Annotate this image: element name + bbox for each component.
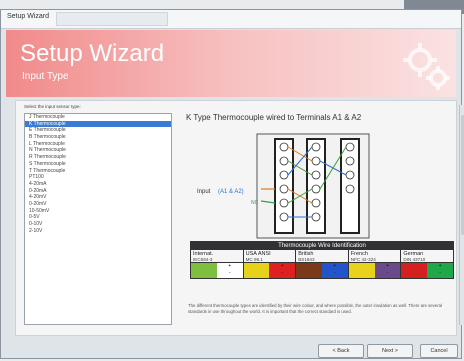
- title-bar[interactable]: Setup Wizard: [1, 10, 461, 29]
- terminal-label: (A1 & A2): [218, 189, 244, 195]
- sensor-list-item[interactable]: S Thermocouple: [25, 161, 171, 168]
- wire-standard-column: French NFC 42-324 + -: [348, 250, 402, 278]
- window-title: Setup Wizard: [7, 13, 50, 20]
- sensor-list-item[interactable]: 4-20mA: [25, 181, 171, 188]
- sensor-list-item[interactable]: PT100: [25, 174, 171, 181]
- nc-label: NC: [251, 200, 259, 206]
- minus-marker: -: [386, 270, 389, 276]
- negative-wire-colour: + -: [321, 263, 348, 278]
- wire-table-columns: Internat. IEC584-3 + - USA ANSI MC 96.1 + - Brit…: [191, 250, 453, 278]
- negative-wire-colour: + -: [269, 263, 296, 278]
- sensor-list-item[interactable]: L Thermocouple: [25, 141, 171, 148]
- sensor-list-label: Select the input sensor type:: [24, 104, 81, 109]
- wire-standard-column: USA ANSI MC 96.1 + -: [243, 250, 297, 278]
- plus-marker: +: [280, 263, 284, 269]
- plus-marker: +: [228, 263, 232, 269]
- wire-colour-swatch: + -: [243, 262, 296, 278]
- plus-marker: +: [333, 263, 337, 269]
- sensor-list-item[interactable]: 0-5V: [25, 214, 171, 221]
- wire-standard-column: Internat. IEC584-3 + -: [191, 250, 244, 278]
- wiring-diagram: Input (A1 & A2) NC: [197, 133, 370, 239]
- title-bar-blur: [56, 12, 168, 26]
- gears-icon: [403, 43, 450, 90]
- negative-wire-colour: + -: [427, 263, 453, 278]
- minus-marker: -: [334, 270, 336, 276]
- sensor-type-list[interactable]: J Thermocouple K Thermocouple E Thermocoup…: [24, 113, 172, 325]
- wizard-footer: < Back Next > Cancel: [1, 340, 461, 360]
- banner-title: Setup Wizard: [20, 40, 165, 67]
- wizard-content: Select the input sensor type: J Thermoco…: [15, 100, 464, 336]
- back-button[interactable]: < Back: [318, 344, 364, 358]
- content-scrollbar[interactable]: [459, 105, 464, 325]
- positive-wire-colour: [348, 263, 375, 278]
- wizard-banner: Setup Wizard Input Type: [6, 30, 456, 97]
- input-label: Input: [197, 189, 211, 195]
- plus-marker: +: [438, 263, 442, 269]
- wire-colour-swatch: + -: [191, 262, 243, 278]
- wizard-window: Setup Wizard Setup Wizard Input Type Sel…: [0, 9, 464, 360]
- positive-wire-colour: [243, 263, 270, 278]
- wire-standard-name: British: [298, 251, 314, 257]
- wiring-heading: K Type Thermocouple wired to Terminals A…: [186, 113, 362, 122]
- sensor-list-item[interactable]: K Thermocouple: [25, 120, 171, 128]
- sensor-list-item[interactable]: 0-20mA: [25, 188, 171, 195]
- wire-id-table: Thermocouple Wire Identification Interna…: [190, 241, 454, 279]
- sensor-list-item[interactable]: E Thermocouple: [25, 127, 171, 134]
- sensor-list-item[interactable]: 4-20mV: [25, 194, 171, 201]
- negative-wire-colour: + -: [216, 263, 243, 278]
- wire-table-title: Thermocouple Wire Identification: [191, 242, 453, 250]
- sensor-list-item[interactable]: T Thermocouple: [25, 168, 171, 175]
- wire-colour-swatch: + -: [296, 262, 348, 278]
- plus-marker: +: [386, 263, 389, 269]
- wire-colour-swatch: + -: [401, 262, 453, 278]
- minus-marker: -: [228, 270, 231, 276]
- wire-standard-name: USA ANSI: [245, 251, 271, 257]
- description-text: The different thermocouple types are ide…: [188, 303, 442, 314]
- sensor-list-item[interactable]: 10-50mV: [25, 208, 171, 215]
- sensor-list-item[interactable]: 2-10V: [25, 228, 171, 235]
- minus-marker: -: [281, 270, 284, 276]
- positive-wire-colour: [191, 263, 217, 278]
- wire-standard-column: German DIN 43710 + -: [401, 250, 453, 278]
- minus-marker: -: [439, 270, 441, 276]
- next-button[interactable]: Next >: [367, 344, 413, 358]
- negative-wire-colour: + -: [374, 263, 401, 278]
- wire-colour-swatch: + -: [348, 262, 401, 278]
- positive-wire-colour: [401, 263, 428, 278]
- banner-subtitle: Input Type: [22, 71, 69, 82]
- cancel-button[interactable]: Cancel: [420, 344, 458, 358]
- positive-wire-colour: [296, 263, 322, 278]
- wire-standard-name: French: [350, 251, 368, 257]
- sensor-list-item[interactable]: J Thermocouple: [25, 114, 171, 121]
- wire-standard-name: Internat.: [193, 251, 214, 257]
- sensor-list-item[interactable]: 0-10V: [25, 221, 171, 228]
- wire-standard-name: German: [403, 251, 424, 257]
- sensor-list-item[interactable]: N Thermocouple: [25, 147, 171, 154]
- sensor-list-item[interactable]: 0-20mV: [25, 201, 171, 208]
- sensor-list-item[interactable]: R Thermocouple: [25, 154, 171, 161]
- wire-standard-column: British BS1843 + -: [296, 250, 349, 278]
- sensor-list-item[interactable]: B Thermocouple: [25, 134, 171, 141]
